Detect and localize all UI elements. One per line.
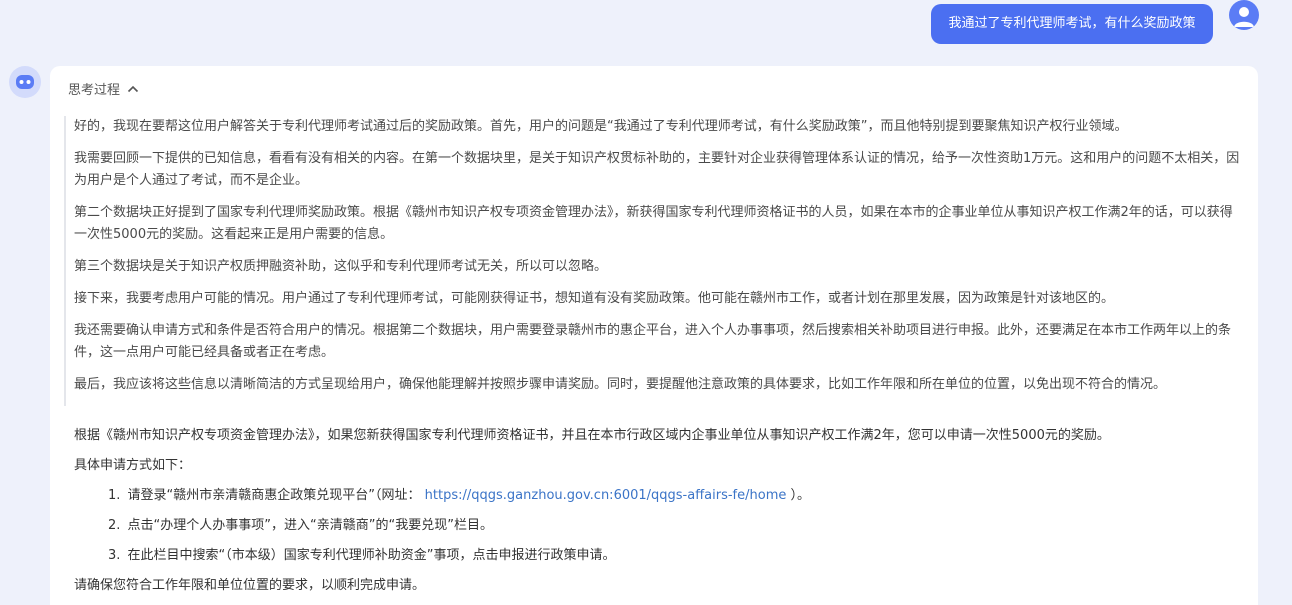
step-number: 3.: [108, 548, 121, 563]
final-answer: 根据《赣州市知识产权专项资金管理办法》，如果您新获得国家专利代理师资格证书，并且…: [74, 426, 1244, 605]
thinking-paragraph: 我还需要确认申请方式和条件是否符合用户的情况。根据第二个数据块，用户需要登录赣州…: [74, 323, 1232, 360]
robot-icon: [16, 75, 34, 89]
thinking-paragraph: 最后，我应该将这些信息以清晰简洁的方式呈现给用户，确保他能理解并按照步骤申请奖励…: [74, 377, 1167, 392]
thinking-toggle-label: 思考过程: [68, 83, 121, 98]
person-icon: [1234, 7, 1254, 27]
list-item: 1. 请登录“赣州市亲清赣商惠企政策兑现平台”（网址： https://qqgs…: [108, 486, 1244, 506]
platform-link[interactable]: https://qqgs.ganzhou.gov.cn:6001/qqgs-af…: [425, 488, 787, 503]
thinking-paragraph: 第二个数据块正好提到了国家专利代理师奖励政策。根据《赣州市知识产权专项资金管理办…: [74, 205, 1233, 242]
list-item: 3. 在此栏目中搜索“（市本级）国家专利代理师补助资金”事项，点击申报进行政策申…: [108, 546, 1244, 566]
user-message-bubble: 我通过了专利代理师考试，有什么奖励政策: [931, 4, 1213, 44]
thinking-paragraph: 我需要回顾一下提供的已知信息，看看有没有相关的内容。在第一个数据块里，是关于知识…: [74, 151, 1240, 188]
thinking-paragraph: 好的，我现在要帮这位用户解答关于专利代理师考试通过后的奖励政策。首先，用户的问题…: [74, 119, 1128, 134]
answer-method-heading: 具体申请方式如下：: [74, 458, 192, 473]
thinking-content: 好的，我现在要帮这位用户解答关于专利代理师考试通过后的奖励政策。首先，用户的问题…: [64, 116, 1240, 406]
answer-steps: 1. 请登录“赣州市亲清赣商惠企政策兑现平台”（网址： https://qqgs…: [74, 486, 1244, 566]
chat-page: 我通过了专利代理师考试，有什么奖励政策 思考过程 好的，我现在要帮这位用户解答关…: [0, 0, 1292, 605]
step-number: 1.: [108, 488, 121, 503]
thinking-paragraph: 接下来，我要考虑用户可能的情况。用户通过了专利代理师考试，可能刚获得证书，想知道…: [74, 291, 1115, 306]
step-text-after: ）。: [790, 488, 811, 503]
answer-closing: 请确保您符合工作年限和单位位置的要求，以顺利完成申请。: [74, 578, 426, 593]
step-text: 请登录“赣州市亲清赣商惠企政策兑现平台”（网址：: [127, 488, 421, 503]
bot-avatar: [9, 66, 41, 98]
step-text: 点击“办理个人办事事项”，进入“亲清赣商”的“我要兑现”栏目。: [127, 518, 493, 533]
chevron-up-icon: [127, 83, 139, 98]
step-number: 2.: [108, 518, 121, 533]
answer-intro: 根据《赣州市知识产权专项资金管理办法》，如果您新获得国家专利代理师资格证书，并且…: [74, 428, 1110, 443]
step-text: 在此栏目中搜索“（市本级）国家专利代理师补助资金”事项，点击申报进行政策申请。: [127, 548, 616, 563]
user-message-text: 我通过了专利代理师考试，有什么奖励政策: [948, 16, 1196, 31]
user-avatar: [1229, 0, 1259, 30]
thinking-toggle[interactable]: 思考过程: [68, 79, 139, 98]
assistant-answer-card: 思考过程 好的，我现在要帮这位用户解答关于专利代理师考试通过后的奖励政策。首先，…: [50, 66, 1258, 605]
list-item: 2. 点击“办理个人办事事项”，进入“亲清赣商”的“我要兑现”栏目。: [108, 516, 1244, 536]
thinking-paragraph: 第三个数据块是关于知识产权质押融资补助，这似乎和专利代理师考试无关，所以可以忽略…: [74, 259, 608, 274]
